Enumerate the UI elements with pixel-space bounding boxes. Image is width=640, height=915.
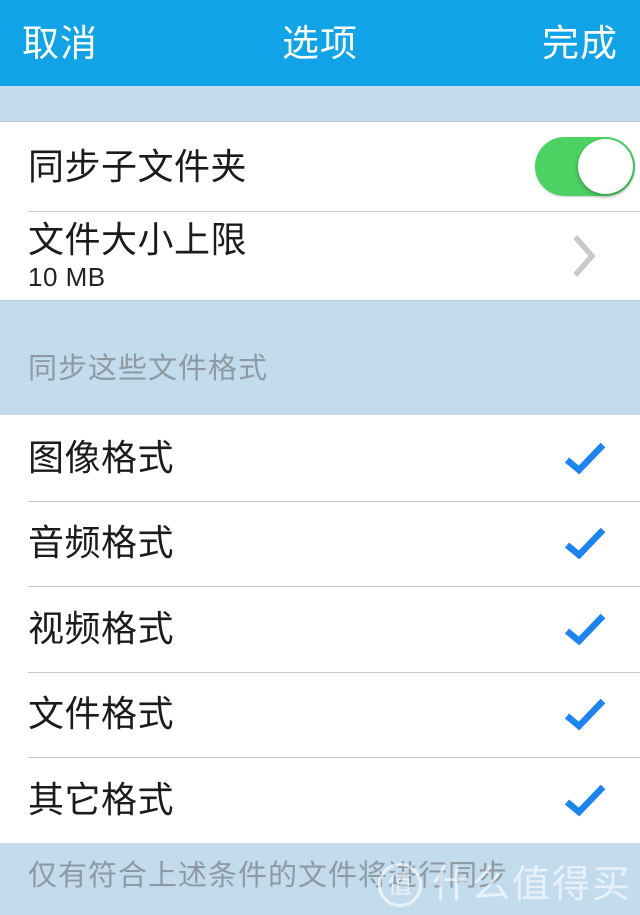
checkmark-icon[interactable] bbox=[563, 525, 607, 561]
row-file-size-limit[interactable]: 文件大小上限 10 MB bbox=[0, 211, 640, 300]
row-image-formats-accessory bbox=[530, 440, 640, 476]
navigation-bar: 取消 选项 完成 bbox=[0, 0, 640, 86]
row-file-size-limit-labels: 文件大小上限 10 MB bbox=[0, 218, 530, 293]
row-sync-subfolders[interactable]: 同步子文件夹 bbox=[0, 122, 640, 211]
row-video-formats-labels: 视频格式 bbox=[0, 610, 530, 648]
row-sync-subfolders-accessory bbox=[530, 137, 640, 196]
row-audio-formats-labels: 音频格式 bbox=[0, 524, 530, 562]
row-image-formats-title: 图像格式 bbox=[28, 436, 175, 478]
row-image-formats[interactable]: 图像格式 bbox=[0, 415, 640, 501]
row-sync-subfolders-labels: 同步子文件夹 bbox=[0, 145, 530, 187]
row-other-formats[interactable]: 其它格式 bbox=[0, 757, 640, 843]
row-document-formats[interactable]: 文件格式 bbox=[0, 671, 640, 758]
row-other-formats-accessory bbox=[530, 782, 640, 818]
cancel-button[interactable]: 取消 bbox=[22, 25, 98, 62]
top-group-spacer bbox=[0, 86, 640, 122]
row-audio-formats[interactable]: 音频格式 bbox=[0, 500, 640, 587]
row-audio-formats-accessory bbox=[530, 525, 640, 561]
row-video-formats[interactable]: 视频格式 bbox=[0, 586, 640, 672]
row-file-size-limit-title: 文件大小上限 bbox=[28, 218, 248, 260]
row-other-formats-title: 其它格式 bbox=[28, 778, 175, 820]
checkmark-icon[interactable] bbox=[563, 440, 607, 476]
row-file-size-limit-value: 10 MB bbox=[28, 262, 106, 293]
checkmark-icon[interactable] bbox=[563, 696, 607, 732]
row-video-formats-accessory bbox=[530, 611, 640, 647]
row-audio-formats-title: 音频格式 bbox=[28, 522, 175, 564]
done-button[interactable]: 完成 bbox=[542, 25, 618, 62]
toggle-knob bbox=[578, 139, 633, 194]
sync-subfolders-toggle[interactable] bbox=[535, 137, 635, 196]
chevron-right-icon bbox=[573, 234, 596, 277]
row-sync-subfolders-title: 同步子文件夹 bbox=[28, 145, 248, 187]
row-image-formats-labels: 图像格式 bbox=[0, 439, 530, 477]
checkmark-icon[interactable] bbox=[563, 782, 607, 818]
formats-section-header: 同步这些文件格式 bbox=[28, 353, 269, 385]
row-document-formats-accessory bbox=[530, 696, 640, 732]
row-other-formats-labels: 其它格式 bbox=[0, 781, 530, 819]
formats-section-footer: 仅有符合上述条件的文件将进行同步 bbox=[28, 860, 509, 892]
file-formats-group: 图像格式 音频格式 视频格式 文件格式 其它格式 bbox=[0, 415, 640, 843]
sync-settings-group: 同步子文件夹 文件大小上限 10 MB bbox=[0, 122, 640, 300]
row-document-formats-labels: 文件格式 bbox=[0, 695, 530, 733]
options-screen: 取消 选项 完成 同步这些文件格式 仅有符合上述条件的文件将进行同步 同步子文件… bbox=[0, 0, 640, 915]
checkmark-icon[interactable] bbox=[563, 611, 607, 647]
row-video-formats-title: 视频格式 bbox=[28, 607, 175, 649]
row-document-formats-title: 文件格式 bbox=[28, 693, 175, 735]
row-file-size-limit-accessory bbox=[530, 234, 640, 278]
